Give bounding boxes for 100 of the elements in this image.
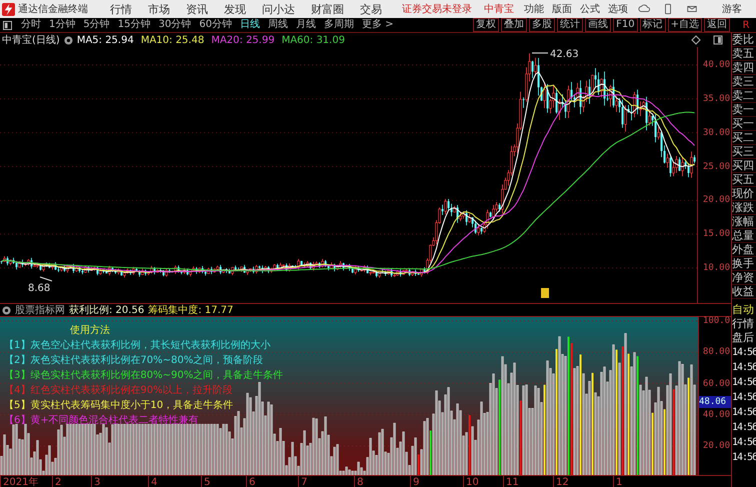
price-tick: 20.00 (702, 194, 730, 206)
chart-title: 中青宝(日线) (2, 34, 60, 47)
toolbar-button[interactable]: 画线 (585, 18, 612, 32)
quote-label: 卖三 (732, 75, 756, 89)
menu-item[interactable]: 财富圈 (311, 2, 344, 16)
ma-value: MA5: 25.94 (76, 34, 134, 46)
indicator-tick: 20.00 (702, 440, 730, 452)
trade-time: 14:56 (732, 451, 756, 465)
ma-value: MA20: 25.99 (211, 34, 275, 46)
toolbar-button[interactable]: 标记 (640, 18, 666, 32)
legend-line: 【4】红色实柱代表获利比例在90%以上，拉升阶段 (4, 385, 233, 397)
auto-toggle[interactable]: 自动 (732, 303, 756, 317)
side-tab[interactable]: 盘后 (732, 331, 756, 345)
phone-icon[interactable] (662, 3, 674, 15)
legend-title: 使用方法 (70, 324, 110, 337)
trade-time: 14:56 (732, 421, 756, 435)
quote-label: 卖二 (732, 89, 756, 103)
login-status[interactable]: 证券交易未登录 (402, 2, 472, 16)
quote-label: 涨跌 (732, 201, 756, 215)
user-name[interactable]: 游客 (722, 2, 742, 16)
period-tab[interactable]: 1分钟 (46, 18, 78, 32)
legend-line: 【5】黄实柱代表筹码集中度小于10，具备走牛条件 (4, 400, 234, 412)
quote-label: 总量 (732, 229, 756, 243)
quote-label: 收益 (732, 285, 756, 299)
period-tab[interactable]: 30分钟 (155, 18, 194, 32)
menu-item[interactable]: 行情 (110, 2, 132, 16)
window-icon[interactable] (713, 35, 723, 45)
quote-label: 卖五 (732, 47, 756, 61)
indicator-name[interactable]: 股票指标网 (15, 303, 65, 317)
menu-item[interactable]: 功能 (524, 2, 544, 16)
period-tab[interactable]: 15分钟 (114, 18, 154, 32)
period-tab[interactable]: 60分钟 (196, 18, 235, 32)
legend-line: 【3】绿色实柱代表获利比例在80%~90%之间，具备走牛条件 (4, 370, 284, 382)
period-tab[interactable]: 多周期 (320, 18, 357, 32)
menu-item[interactable]: 问小达 (262, 2, 295, 16)
toolbar-button[interactable]: +自选 (668, 18, 702, 32)
cloud-icon[interactable] (638, 3, 650, 15)
legend-line: 【1】灰色空心柱代表获利比例，其长短代表获利比例的大小 (4, 340, 270, 352)
period-tab[interactable]: 周线 (264, 18, 291, 32)
indicator-tick: 40.00 (702, 408, 730, 421)
settings-icon[interactable] (2, 306, 11, 314)
settings-icon[interactable] (64, 36, 73, 44)
ma-value: MA10: 25.48 (140, 34, 204, 46)
trade-time: 14:56 (732, 361, 756, 375)
price-tick: 25.00 (702, 160, 730, 172)
quote-label: 卖一 (732, 103, 756, 117)
indicator-tick: 100.0 (702, 315, 730, 327)
date-label: 5 (201, 476, 210, 487)
date-label: 6 (246, 476, 256, 487)
menu-item[interactable]: 交易 (360, 2, 382, 16)
price-tick: 10.00 (702, 262, 730, 274)
period-tab[interactable]: 更多 > (358, 18, 397, 32)
toolbar-button[interactable]: 复权 (473, 18, 500, 32)
high-price-label: 42.63 (550, 49, 579, 60)
menu-item[interactable]: 选项 (608, 2, 628, 16)
period-tab[interactable]: 日线 (236, 18, 263, 32)
period-tab[interactable]: 分时 (18, 18, 44, 32)
menu-item[interactable]: 资讯 (186, 2, 208, 16)
menu-item[interactable]: 版面 (552, 2, 572, 16)
menu-item[interactable]: 发现 (224, 2, 246, 16)
quote-label: 涨幅 (732, 215, 756, 229)
leader-line (532, 52, 548, 54)
message-icon[interactable] (686, 3, 698, 15)
menu-item[interactable]: 公式 (580, 2, 600, 16)
leader-line (40, 276, 52, 282)
panel-toggle-icon[interactable] (3, 20, 12, 30)
period-tab[interactable]: 月线 (292, 18, 319, 32)
date-label: 2021年 (0, 476, 38, 487)
date-label: 1 (613, 476, 622, 487)
low-price-label: 8.68 (28, 283, 50, 294)
ma-value: MA60: 31.09 (282, 34, 345, 46)
date-label: 11 (503, 476, 519, 487)
app-title: 通达信金融终端 (18, 2, 88, 16)
diamond-icon[interactable] (691, 35, 701, 45)
toolbar-button[interactable]: 统计 (557, 18, 584, 32)
side-mark[interactable]: R (736, 20, 756, 30)
toolbar-button[interactable]: F10 (613, 18, 638, 32)
toolbar-button[interactable]: 返回 (704, 18, 730, 32)
marker-icon[interactable] (541, 288, 549, 298)
quote-label: 外盘 (732, 243, 756, 257)
period-tab[interactable]: 5分钟 (80, 18, 113, 32)
menu-item[interactable]: 市场 (148, 2, 170, 16)
date-label: 3 (91, 476, 100, 487)
chip-concentration: 筹码集中度: 17.77 (148, 304, 234, 317)
quote-label: 净资 (732, 271, 756, 285)
trade-time: 14:56 (732, 346, 756, 360)
stock-name: 中青宝 (484, 2, 514, 16)
date-label: 12 (553, 476, 569, 487)
quote-label: 委比 (732, 33, 756, 47)
toolbar-button[interactable]: 叠加 (501, 18, 528, 32)
price-tick: 15.00 (702, 228, 730, 240)
profit-ratio: 获利比例: 20.56 (69, 304, 144, 317)
toolbar-button[interactable]: 多股 (529, 18, 556, 32)
trade-time: 14:56 (732, 406, 756, 420)
side-tab[interactable]: 行情 (732, 317, 756, 331)
quote-label: 买四 (732, 159, 756, 173)
date-label: 10 (463, 476, 479, 487)
legend-line: 【6】黄+不同颜色混合柱代表二者特性兼有 (4, 415, 199, 427)
quote-label: 买三 (732, 145, 756, 159)
trade-time: 14:56 (732, 376, 756, 390)
